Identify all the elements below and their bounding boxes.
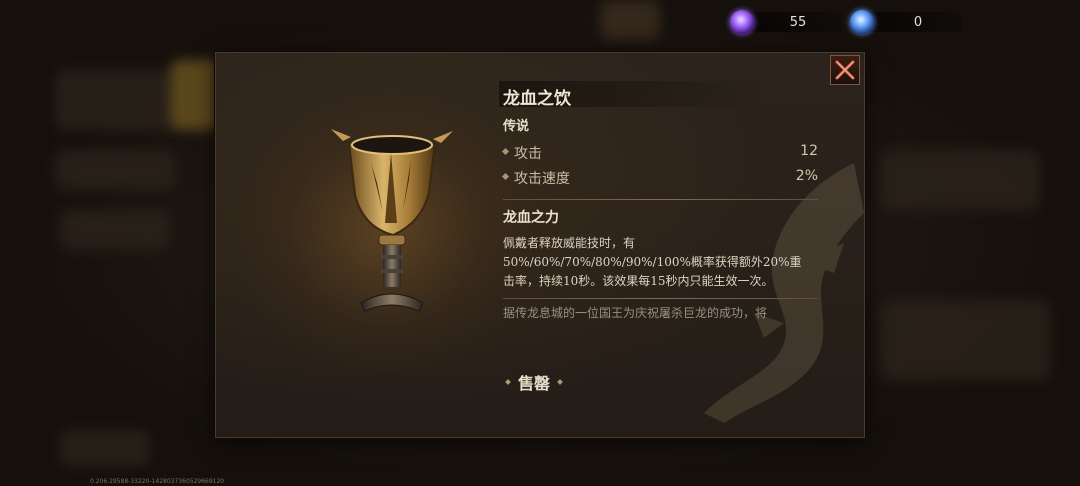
divider [503, 298, 818, 299]
skill-description: 佩戴者释放威能技时，有 50%/60%/70%/80%/90%/100%概率获得… [503, 234, 823, 291]
purple-crystal-count: 55 [789, 14, 807, 30]
version-string: 0.206.29588-33220-1428037360529669120 [90, 478, 225, 485]
item-detail-panel: 龙血之饮 传说 攻击 12 攻击速度 2% 龙血之力 佩戴者释放威能技时，有 5… [215, 52, 865, 438]
skill-title: 龙血之力 [503, 210, 559, 226]
sell-button[interactable]: 售罄 [494, 369, 574, 395]
stat-label: 攻击速度 [514, 171, 570, 187]
blue-crystal-icon [850, 10, 874, 34]
close-x-icon [835, 60, 855, 80]
divider [503, 199, 818, 200]
item-rarity: 传说 [503, 119, 530, 134]
currency-purple-crystal[interactable]: 55 [730, 10, 842, 34]
close-button[interactable] [830, 55, 860, 85]
skill-desc-line: 击率，持续10秒。该效果每15秒内只能生效一次。 [503, 274, 774, 288]
blue-crystal-count: 0 [913, 14, 923, 30]
skill-desc-line: 佩戴者释放威能技时，有 [503, 236, 636, 250]
purple-crystal-icon [730, 10, 754, 34]
bullet-diamond-icon [505, 379, 511, 385]
bullet-diamond-icon [557, 379, 563, 385]
stat-value: 2% [795, 168, 818, 184]
currency-blue-crystal[interactable]: 0 [850, 10, 962, 34]
dragon-blood-goblet-icon [331, 129, 453, 312]
item-lore: 据传龙息城的一位国王为庆祝屠杀巨龙的成功，将 [503, 306, 768, 320]
item-name: 龙血之饮 [503, 89, 571, 109]
bullet-diamond-icon [501, 172, 510, 181]
skill-desc-line: 50%/60%/70%/80%/90%/100%概率获得额外20%重 [503, 255, 802, 269]
bullet-diamond-icon [501, 147, 510, 156]
stat-value: 12 [800, 143, 818, 159]
stat-label: 攻击 [514, 146, 542, 162]
stat-row-attack-speed: 攻击速度 2% [501, 168, 818, 188]
stat-row-attack: 攻击 12 [501, 143, 818, 163]
sell-label: 售罄 [517, 374, 550, 393]
